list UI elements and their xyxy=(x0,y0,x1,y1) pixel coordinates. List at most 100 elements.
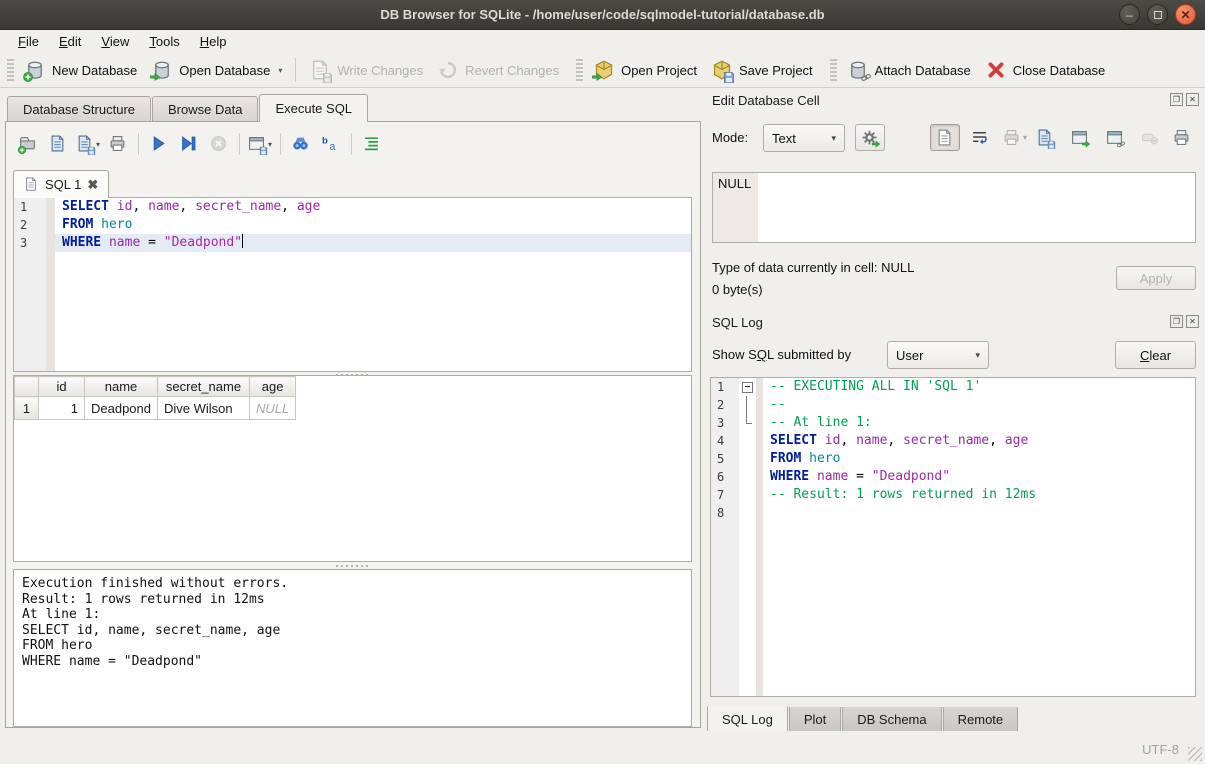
attach-database-button[interactable]: Attach Database xyxy=(840,55,978,85)
log-filter-combobox[interactable]: User▾ xyxy=(887,341,989,369)
line-number: 1 xyxy=(14,198,46,216)
code-line[interactable]: 2-- xyxy=(711,396,1195,414)
cell-name[interactable]: Deadpond xyxy=(85,397,158,420)
mode-combobox[interactable]: Text▾ xyxy=(763,124,845,152)
menu-file[interactable]: File xyxy=(8,32,49,51)
print-icon xyxy=(109,135,127,153)
clear-log-button[interactable]: Clear xyxy=(1115,341,1196,369)
toggle-case-button[interactable] xyxy=(317,131,345,157)
sql-log-view[interactable]: 1-- EXECUTING ALL IN 'SQL 1'2--3-- At li… xyxy=(710,377,1196,697)
menu-tools[interactable]: Tools xyxy=(139,32,189,51)
code-line[interactable]: 5FROM hero xyxy=(711,450,1195,468)
close-button[interactable]: ✕ xyxy=(1175,4,1196,25)
code-line[interactable]: 7-- Result: 1 rows returned in 12ms xyxy=(711,486,1195,504)
column-header-secret-name[interactable]: secret_name xyxy=(158,377,250,397)
execution-message[interactable]: Execution finished without errors.Result… xyxy=(13,569,692,727)
open-external-button[interactable] xyxy=(1065,124,1095,151)
menu-view[interactable]: View xyxy=(91,32,139,51)
sql-editor[interactable]: 1SELECT id, name, secret_name, age2FROM … xyxy=(13,197,692,372)
menu-edit[interactable]: Edit xyxy=(49,32,91,51)
toggle-case-icon xyxy=(322,135,340,153)
sql-1-tab[interactable]: SQL 1 ✖ xyxy=(13,170,109,198)
tab-database-structure[interactable]: Database Structure xyxy=(7,96,151,121)
save-results-button[interactable]: ▾ xyxy=(246,131,274,157)
window-controls: – ✕ xyxy=(1119,4,1196,25)
execute-line-button[interactable] xyxy=(175,131,203,157)
code-line[interactable]: 4SELECT id, name, secret_name, age xyxy=(711,432,1195,450)
title-bar[interactable]: DB Browser for SQLite - /home/user/code/… xyxy=(0,0,1205,30)
cell-editor[interactable]: NULL xyxy=(712,172,1196,243)
open-sql-file-button[interactable] xyxy=(44,131,72,157)
tab-execute-sql[interactable]: Execute SQL xyxy=(259,94,368,122)
cell-secret-name[interactable]: Dive Wilson xyxy=(158,397,250,420)
code-line[interactable]: 6WHERE name = "Deadpond" xyxy=(711,468,1195,486)
tab-sql-log[interactable]: SQL Log xyxy=(707,706,788,733)
sql-file-icon xyxy=(24,177,39,192)
table-corner[interactable] xyxy=(15,377,39,397)
window-title: DB Browser for SQLite - /home/user/code/… xyxy=(380,7,824,22)
message-line: At line 1: xyxy=(22,607,683,623)
dock-float-icon[interactable]: ❐ xyxy=(1170,93,1183,106)
open-project-icon xyxy=(593,59,615,81)
open-database-dropdown-icon[interactable]: ▾ xyxy=(278,66,282,75)
open-database-button[interactable]: Open Database ▾ xyxy=(144,55,289,85)
tab-db-schema[interactable]: DB Schema xyxy=(842,707,941,733)
save-sql-dropdown-icon[interactable]: ▾ xyxy=(96,140,100,149)
cell-id[interactable]: 1 xyxy=(39,397,85,420)
print-sql-button[interactable] xyxy=(104,131,132,157)
save-project-icon xyxy=(711,59,733,81)
save-project-button[interactable]: Save Project xyxy=(704,55,820,85)
new-database-button[interactable]: New Database xyxy=(17,55,144,85)
dock-close-icon[interactable]: ✕ xyxy=(1186,93,1199,106)
execute-all-button[interactable] xyxy=(145,131,173,157)
dock-close-icon[interactable]: ✕ xyxy=(1186,315,1199,328)
find-replace-button[interactable] xyxy=(287,131,315,157)
stop-execution-button[interactable] xyxy=(205,131,233,157)
dock-float-icon[interactable]: ❐ xyxy=(1170,315,1183,328)
code-line[interactable]: 8 xyxy=(711,504,1195,522)
column-header-id[interactable]: id xyxy=(39,377,85,397)
toolbar-handle[interactable] xyxy=(7,59,14,81)
line-number: 7 xyxy=(711,486,739,504)
menu-help[interactable]: Help xyxy=(190,32,237,51)
text-document-button[interactable] xyxy=(930,124,960,151)
word-wrap-button[interactable] xyxy=(965,124,995,151)
export-data-button[interactable] xyxy=(1030,124,1060,151)
minimize-button[interactable]: – xyxy=(1119,4,1140,25)
tab-remote[interactable]: Remote xyxy=(943,707,1019,733)
code-line[interactable]: 1SELECT id, name, secret_name, age xyxy=(14,198,691,216)
column-header-age[interactable]: age xyxy=(250,377,296,397)
set-null-button[interactable] xyxy=(1135,124,1165,151)
copy-link-button[interactable] xyxy=(1100,124,1130,151)
code-line[interactable]: 3WHERE name = "Deadpond" xyxy=(14,234,691,252)
open-project-button[interactable]: Open Project xyxy=(586,55,704,85)
code-line[interactable]: 2FROM hero xyxy=(14,216,691,234)
tab-plot[interactable]: Plot xyxy=(789,707,841,733)
column-header-name[interactable]: name xyxy=(85,377,158,397)
write-changes-button[interactable]: Write Changes xyxy=(302,55,430,85)
import-data-icon xyxy=(1003,129,1021,147)
row-header[interactable]: 1 xyxy=(15,397,39,420)
format-sql-button[interactable] xyxy=(358,131,386,157)
close-sql-tab-icon[interactable]: ✖ xyxy=(87,177,98,193)
close-database-button[interactable]: Close Database xyxy=(978,55,1113,85)
save-results-dropdown-icon[interactable]: ▾ xyxy=(268,140,272,149)
tab-browse-data[interactable]: Browse Data xyxy=(152,96,258,121)
revert-changes-button[interactable]: Revert Changes xyxy=(430,55,566,85)
fold-marker-icon xyxy=(739,396,756,414)
code-line[interactable]: 3-- At line 1: xyxy=(711,414,1195,432)
auto-switch-mode-button[interactable] xyxy=(855,124,885,151)
fold-marker-icon[interactable] xyxy=(739,378,756,396)
code-line[interactable]: 1-- EXECUTING ALL IN 'SQL 1' xyxy=(711,378,1195,396)
resize-grip-icon[interactable] xyxy=(1188,747,1202,761)
save-sql-file-button[interactable]: ▾ xyxy=(74,131,102,157)
toolbar-handle[interactable] xyxy=(576,59,583,81)
new-sql-tab-button[interactable] xyxy=(14,131,42,157)
import-data-button[interactable]: ▾ xyxy=(1000,124,1030,151)
print-cell-button[interactable] xyxy=(1167,124,1197,151)
apply-button[interactable]: Apply xyxy=(1116,266,1196,290)
toolbar-handle[interactable] xyxy=(830,59,837,81)
encoding-indicator[interactable]: UTF-8 xyxy=(1142,742,1179,757)
maximize-button[interactable] xyxy=(1147,4,1168,25)
cell-age[interactable]: NULL xyxy=(250,397,296,420)
